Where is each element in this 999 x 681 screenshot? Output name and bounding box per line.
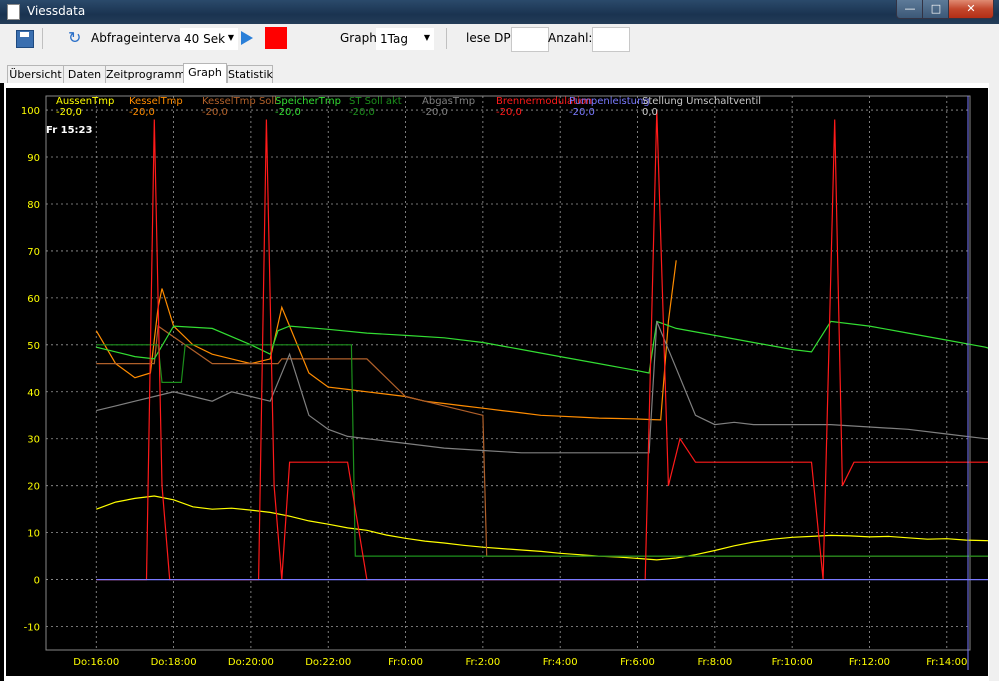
y-tick-label: 50 [27, 341, 40, 352]
tab-graph[interactable]: Graph [183, 63, 227, 84]
graph-label: Graph: [340, 31, 381, 45]
y-tick-label: 20 [27, 482, 40, 493]
x-tick-label: Fr:6:00 [620, 657, 655, 668]
y-tick-label: 100 [21, 106, 40, 117]
legend-name: SpeicherTmp [275, 96, 341, 107]
tab-statistik[interactable]: Statistik [227, 65, 273, 83]
legend-value: -20,0 [202, 107, 228, 118]
stop-button[interactable] [265, 27, 287, 49]
scroll-strip [989, 83, 999, 681]
legend-name: KesselTmp Soll [202, 96, 277, 107]
legend-name: Stellung Umschaltventil [642, 96, 761, 107]
legend-value: -20,0 [422, 107, 448, 118]
x-tick-label: Do:18:00 [151, 657, 197, 668]
interval-value: 40 Sek [184, 32, 226, 46]
y-tick-label: 80 [27, 200, 40, 211]
chevron-down-icon: ▼ [423, 33, 430, 42]
y-tick-label: 60 [27, 294, 40, 305]
graph-area[interactable]: 100 90 80 70 60 50 40 30 20 10 0 -10 Do:16:00 Do:18:0… [6, 88, 999, 676]
close-button[interactable]: ✕ [948, 0, 994, 19]
x-tick-label: Fr:10:00 [772, 657, 813, 668]
minimize-button[interactable]: — [896, 0, 924, 19]
graph-range-select[interactable]: 1Tag ▼ [376, 28, 434, 50]
legend-name: AussenTmp [56, 96, 114, 107]
refresh-icon[interactable]: ↻ [68, 28, 81, 47]
tab-zeitprogramme[interactable]: Zeitprogramme [105, 65, 192, 83]
count-label: Anzahl: [548, 31, 593, 45]
play-icon[interactable] [241, 31, 253, 45]
read-dp-label: lese DP: [466, 31, 515, 45]
toolbar: ↻ Abfrageintervall: 40 Sek ▼ Graph: 1Tag… [0, 24, 999, 55]
tab-bar: Übersicht Daten Zeitprogramme Graph Stat… [0, 54, 999, 84]
tab-uebersicht[interactable]: Übersicht [7, 65, 64, 83]
x-tick-label: Fr:4:00 [543, 657, 578, 668]
x-tick-label: Do:20:00 [228, 657, 274, 668]
cursor-time-label: Fr 15:23 [46, 125, 92, 136]
legend-name: ST Soll akt [349, 96, 402, 107]
x-tick-label: Do:16:00 [73, 657, 119, 668]
legend-value: 0,0 [642, 107, 658, 118]
legend-value: -20,0 [275, 107, 301, 118]
chart-svg: 1009080706050403020100-10Do:16:00 Do:18:0… [21, 95, 999, 670]
read-dp-input[interactable] [511, 27, 549, 52]
x-tick-label: Do:22:00 [305, 657, 351, 668]
legend-name: Pumpenleistung [569, 96, 650, 107]
window-title: Viessdata [27, 4, 86, 18]
y-tick-label: 70 [27, 247, 40, 258]
y-tick-label: -10 [24, 623, 40, 634]
plot-border [45, 95, 971, 651]
x-tick-label: Fr:12:00 [849, 657, 890, 668]
legend-value: -20,0 [496, 107, 522, 118]
x-tick-label: Fr:14:00 [926, 657, 967, 668]
legend-name: KesselTmp [129, 96, 183, 107]
legend-value: -20,0 [569, 107, 595, 118]
maximize-button[interactable]: □ [922, 0, 950, 19]
y-tick-label: 10 [27, 529, 40, 540]
save-icon[interactable] [16, 30, 34, 48]
app-icon [7, 4, 20, 20]
toolbar-separator [446, 28, 447, 49]
x-tick-label: Fr:0:00 [388, 657, 423, 668]
y-tick-label: 0 [34, 576, 40, 587]
y-tick-label: 30 [27, 435, 40, 446]
x-tick-label: Fr:8:00 [697, 657, 732, 668]
title-bar: Viessdata — □ ✕ [0, 0, 999, 24]
interval-select[interactable]: 40 Sek ▼ [180, 28, 238, 50]
legend-value: -20,0 [349, 107, 375, 118]
y-tick-label: 40 [27, 388, 40, 399]
count-input[interactable] [592, 27, 630, 52]
y-tick-label: 90 [27, 153, 40, 164]
interval-label: Abfrageintervall: [91, 31, 192, 45]
legend-name: AbgasTmp [422, 96, 475, 107]
tab-daten[interactable]: Daten [63, 65, 106, 83]
legend-value: -20,0 [56, 107, 82, 118]
legend-value: -20,0 [129, 107, 155, 118]
graph-range-value: 1Tag [380, 32, 408, 46]
x-tick-label: Fr:2:00 [465, 657, 500, 668]
toolbar-separator [42, 28, 43, 49]
chevron-down-icon: ▼ [227, 33, 234, 42]
